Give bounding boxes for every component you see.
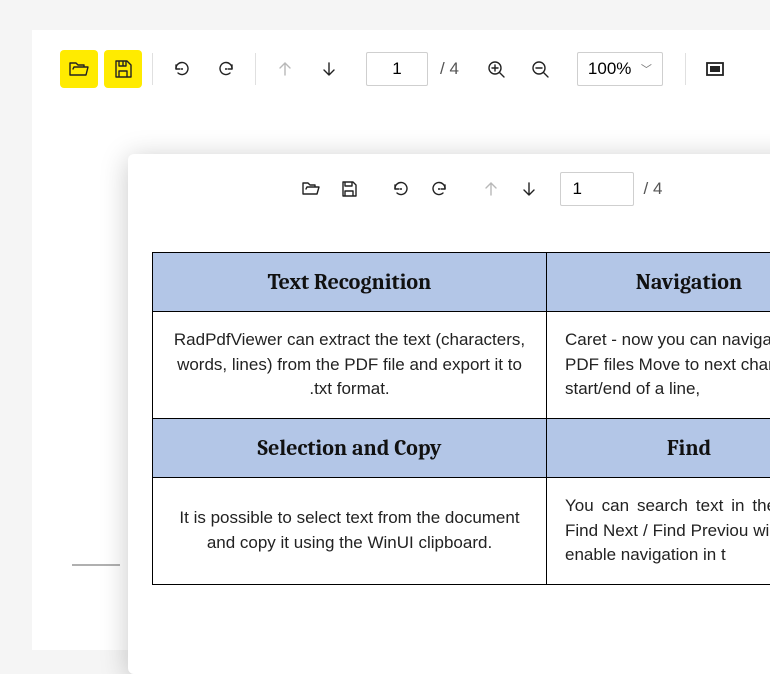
background-document-edge xyxy=(72,564,120,566)
table-row: It is possible to select text from the d… xyxy=(153,477,770,584)
inset-toolbar: / 4 xyxy=(128,154,770,220)
save-icon xyxy=(339,179,359,199)
rotate-ccw-icon xyxy=(171,58,193,80)
table-header-cell: Find xyxy=(547,418,770,477)
rotate-ccw-button[interactable] xyxy=(163,50,201,88)
open-file-button[interactable] xyxy=(60,50,98,88)
zoom-level-select[interactable]: 100% ﹀ xyxy=(577,52,663,86)
save-file-button[interactable] xyxy=(332,172,366,206)
toolbar-separator xyxy=(255,53,256,85)
table-header-row: Text Recognition Navigation xyxy=(153,253,770,312)
next-page-button[interactable] xyxy=(512,172,546,206)
page-number-input[interactable] xyxy=(366,52,428,86)
table-cell: Caret - now you can navigate PDF files M… xyxy=(547,312,770,419)
document-content: Text Recognition Navigation RadPdfViewer… xyxy=(152,252,770,585)
folder-open-icon xyxy=(68,58,90,80)
toolbar-separator xyxy=(152,53,153,85)
pdf-viewer-inset: / 4 Text Recognition Navigation RadPdfVi… xyxy=(128,154,770,674)
table-cell: It is possible to select text from the d… xyxy=(153,477,547,584)
rotate-cw-button[interactable] xyxy=(422,172,456,206)
rotate-ccw-icon xyxy=(391,179,411,199)
table-header-row: Selection and Copy Find xyxy=(153,418,770,477)
fit-width-button[interactable] xyxy=(696,50,734,88)
arrow-up-icon xyxy=(274,58,296,80)
page-number-input[interactable] xyxy=(560,172,634,206)
toolbar-separator xyxy=(685,53,686,85)
next-page-button[interactable] xyxy=(310,50,348,88)
outer-toolbar: / 4 100% ﹀ xyxy=(32,30,770,108)
save-file-button[interactable] xyxy=(104,50,142,88)
pdf-viewer-outer: / 4 100% ﹀ xyxy=(32,30,770,650)
prev-page-button[interactable] xyxy=(474,172,508,206)
table-row: RadPdfViewer can extract the text (chara… xyxy=(153,312,770,419)
table-header-cell: Navigation xyxy=(547,253,770,312)
table-header-cell: Selection and Copy xyxy=(153,418,547,477)
fit-page-icon xyxy=(704,58,726,80)
rotate-cw-button[interactable] xyxy=(207,50,245,88)
rotate-cw-icon xyxy=(215,58,237,80)
zoom-in-button[interactable] xyxy=(477,50,515,88)
rotate-ccw-button[interactable] xyxy=(384,172,418,206)
open-file-button[interactable] xyxy=(294,172,328,206)
page-total-label: / 4 xyxy=(440,59,459,79)
folder-open-icon xyxy=(301,179,321,199)
zoom-in-icon xyxy=(485,58,507,80)
table-cell: You can search text in the The Find Next… xyxy=(547,477,770,584)
arrow-up-icon xyxy=(481,179,501,199)
features-table: Text Recognition Navigation RadPdfViewer… xyxy=(152,252,770,585)
arrow-down-icon xyxy=(318,58,340,80)
save-icon xyxy=(112,58,134,80)
page-total-label: / 4 xyxy=(644,179,663,199)
prev-page-button[interactable] xyxy=(266,50,304,88)
table-header-cell: Text Recognition xyxy=(153,253,547,312)
zoom-level-value: 100% xyxy=(588,59,631,79)
zoom-out-button[interactable] xyxy=(521,50,559,88)
table-cell: RadPdfViewer can extract the text (chara… xyxy=(153,312,547,419)
zoom-out-icon xyxy=(529,58,551,80)
rotate-cw-icon xyxy=(429,179,449,199)
chevron-down-icon: ﹀ xyxy=(641,61,652,77)
arrow-down-icon xyxy=(519,179,539,199)
